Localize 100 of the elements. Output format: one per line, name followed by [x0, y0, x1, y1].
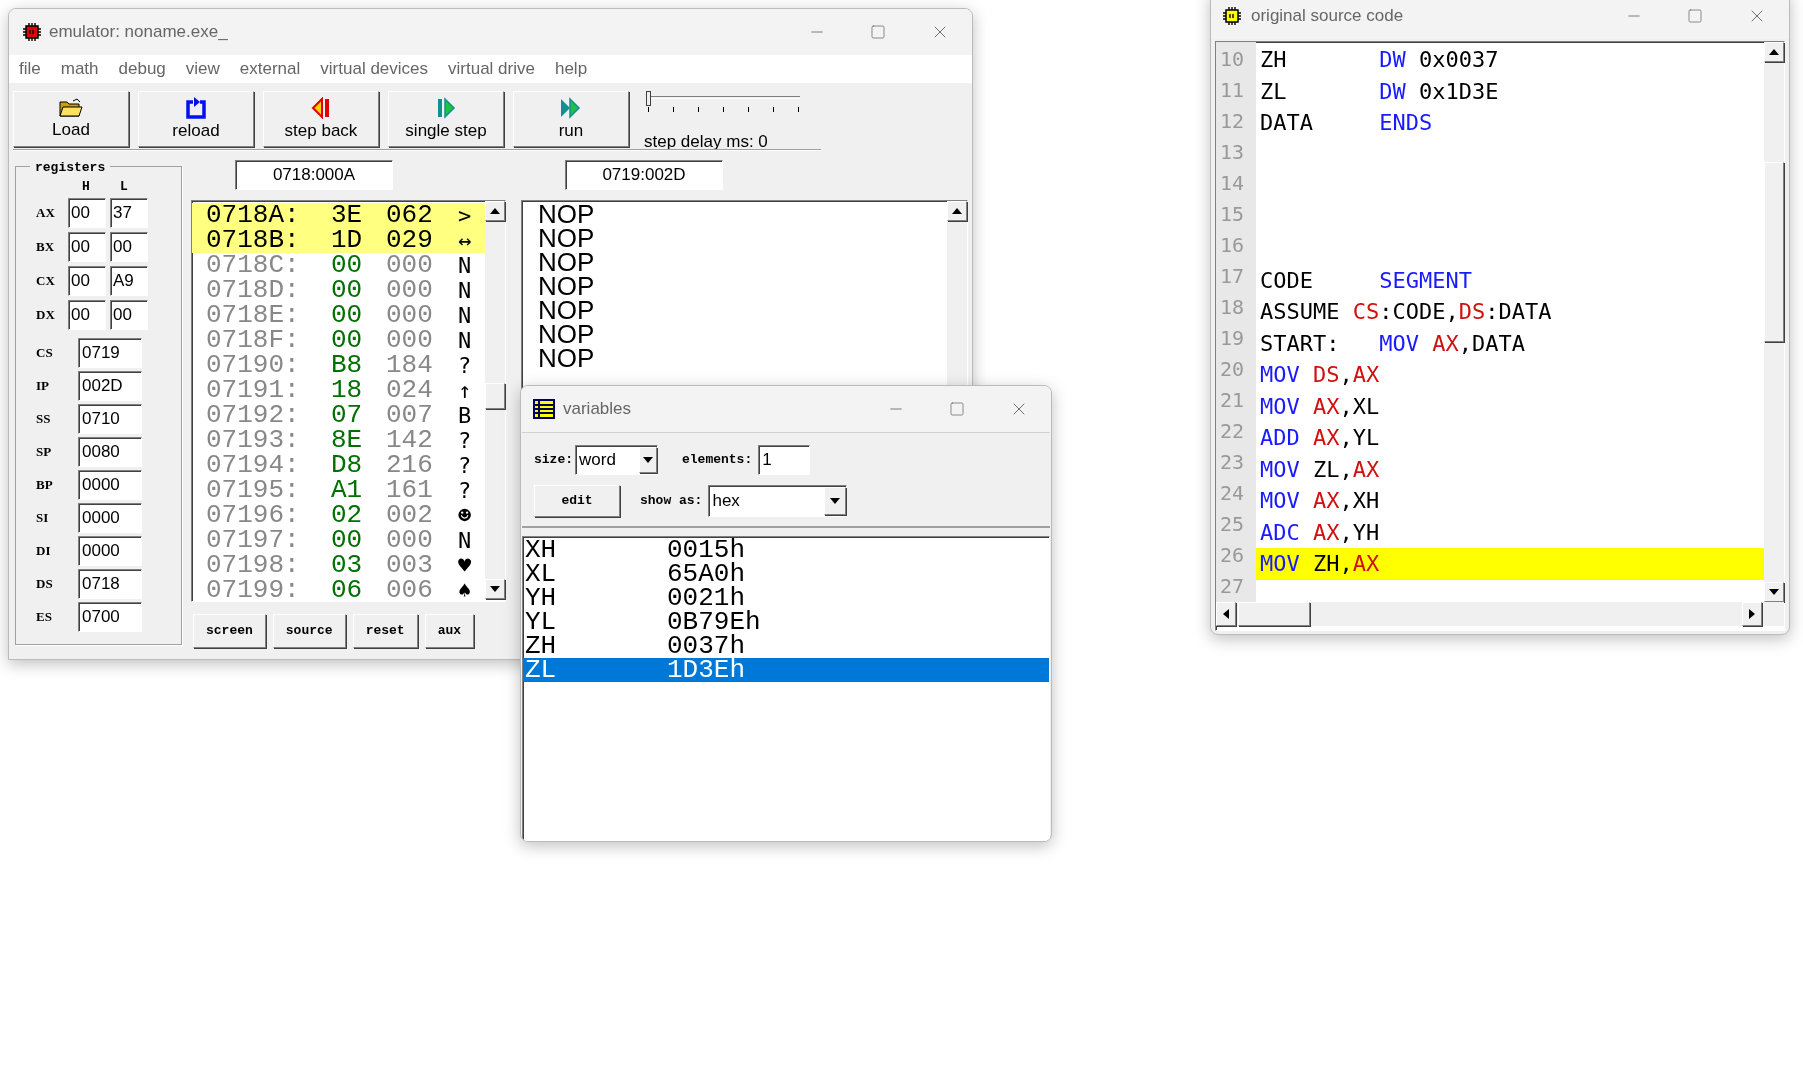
- variable-row[interactable]: YH 0021h: [523, 586, 1049, 610]
- maximize-icon[interactable]: [949, 401, 965, 417]
- scroll-up-icon[interactable]: [952, 208, 962, 214]
- memory-row[interactable]: 07191: 18 024 ↑: [192, 378, 485, 403]
- register-field[interactable]: 0080: [78, 436, 142, 467]
- register-field[interactable]: 0000: [78, 535, 142, 566]
- line-number: 25: [1219, 511, 1246, 538]
- panel-button[interactable]: source: [272, 614, 346, 648]
- scrollbar-thumb[interactable]: [1764, 162, 1784, 342]
- toolbar-button[interactable]: Load: [13, 91, 129, 147]
- variable-row[interactable]: ZH 0037h: [523, 634, 1049, 658]
- toolbar-button[interactable]: step back: [263, 91, 379, 147]
- toolbar-button[interactable]: reload: [138, 91, 254, 147]
- scroll-up-icon[interactable]: [490, 208, 500, 214]
- variable-row[interactable]: YL 0B79Eh: [523, 610, 1049, 634]
- scrollbar[interactable]: [1764, 42, 1784, 602]
- register-field[interactable]: 00: [110, 231, 148, 262]
- memory-row[interactable]: 07196: 02 002 ☻: [192, 503, 485, 528]
- memory-row[interactable]: 0718F: 00 000 N: [192, 328, 485, 353]
- memory-decimal: 184: [386, 353, 434, 378]
- menu-item[interactable]: file: [19, 56, 41, 82]
- menu-item[interactable]: virtual devices: [320, 56, 429, 82]
- menu-item[interactable]: help: [554, 56, 588, 82]
- instruction-line[interactable]: NOP: [538, 346, 595, 370]
- register-field[interactable]: 37: [110, 197, 148, 228]
- memory-address: 07192:: [206, 403, 301, 428]
- line-number: 12: [1219, 108, 1246, 135]
- scroll-down-icon[interactable]: [1769, 589, 1779, 595]
- register-field[interactable]: 00: [68, 197, 106, 228]
- panel-button[interactable]: reset: [352, 614, 418, 648]
- show-as-select[interactable]: hex: [708, 485, 848, 517]
- scrollbar-thumb[interactable]: [1238, 602, 1310, 626]
- maximize-icon[interactable]: [1687, 8, 1703, 24]
- instruction-line[interactable]: NOP: [538, 250, 595, 274]
- register-field[interactable]: 0718: [78, 568, 142, 599]
- size-select[interactable]: word: [575, 445, 658, 475]
- instruction-line[interactable]: NOP: [538, 226, 595, 250]
- menu-item[interactable]: virtual drive: [448, 56, 535, 82]
- memory-row[interactable]: 07190: B8 184 ?: [192, 353, 485, 378]
- address-field[interactable]: 0719:002D: [565, 160, 723, 190]
- memory-hex: 00: [331, 528, 364, 553]
- toolbar-button[interactable]: run: [513, 91, 629, 147]
- horizontal-scrollbar[interactable]: [1216, 602, 1784, 626]
- panel-button[interactable]: screen: [193, 614, 266, 648]
- scroll-up-icon[interactable]: [1769, 49, 1779, 55]
- instruction-line[interactable]: NOP: [538, 298, 595, 322]
- memory-decimal: 000: [386, 253, 434, 278]
- register-field[interactable]: 0000: [78, 469, 142, 500]
- memory-row[interactable]: 0718A: 3E 062 >: [192, 203, 485, 228]
- memory-char: ↔: [458, 228, 473, 253]
- variable-row[interactable]: ZL 1D3Eh: [523, 658, 1049, 682]
- memory-row[interactable]: 07194: D8 216 ?: [192, 453, 485, 478]
- edit-button[interactable]: edit: [534, 485, 620, 517]
- memory-row[interactable]: 07199: 06 006 ♠: [192, 578, 485, 601]
- instruction-line[interactable]: NOP: [538, 322, 595, 346]
- menu-item[interactable]: math: [60, 56, 99, 82]
- slider-thumb[interactable]: [646, 91, 651, 106]
- maximize-icon[interactable]: [870, 24, 886, 40]
- register-label: AX: [35, 203, 56, 222]
- menu-item[interactable]: external: [239, 56, 301, 82]
- register-label: CS: [35, 343, 54, 362]
- memory-row[interactable]: 0718B: 1D 029 ↔: [192, 228, 485, 253]
- memory-row[interactable]: 07198: 03 003 ♥: [192, 553, 485, 578]
- memory-row[interactable]: 07197: 00 000 N: [192, 528, 485, 553]
- memory-row[interactable]: 0718E: 00 000 N: [192, 303, 485, 328]
- memory-hex: A1: [331, 478, 364, 503]
- register-field[interactable]: 002D: [78, 370, 142, 401]
- register-field[interactable]: 0710: [78, 403, 142, 434]
- register-field[interactable]: A9: [110, 265, 148, 296]
- register-field[interactable]: 00: [68, 299, 106, 330]
- menu-item[interactable]: view: [185, 56, 220, 82]
- instruction-line[interactable]: NOP: [538, 274, 595, 298]
- memory-decimal: 000: [386, 328, 434, 353]
- register-field[interactable]: 00: [110, 299, 148, 330]
- panel-button[interactable]: aux: [424, 614, 475, 648]
- scroll-right-icon[interactable]: [1749, 609, 1755, 619]
- elements-field[interactable]: 1: [758, 445, 811, 475]
- scroll-down-icon[interactable]: [490, 586, 500, 592]
- memory-row[interactable]: 0718D: 00 000 N: [192, 278, 485, 303]
- toolbar-button[interactable]: single step: [388, 91, 504, 147]
- register-field[interactable]: 00: [68, 231, 106, 262]
- register-field[interactable]: 0000: [78, 502, 142, 533]
- register-field[interactable]: 0700: [78, 601, 142, 632]
- column-label: L: [119, 178, 129, 196]
- memory-row[interactable]: 0718C: 00 000 N: [192, 253, 485, 278]
- address-field[interactable]: 0718:000A: [235, 160, 393, 190]
- variable-row[interactable]: XL 65A0h: [523, 562, 1049, 586]
- memory-row[interactable]: 07195: A1 161 ?: [192, 478, 485, 503]
- register-field[interactable]: 00: [68, 265, 106, 296]
- scroll-left-icon[interactable]: [1223, 609, 1229, 619]
- memory-row[interactable]: 07192: 07 007 B: [192, 403, 485, 428]
- register-field[interactable]: 0719: [78, 337, 142, 368]
- instruction-line[interactable]: NOP: [538, 202, 595, 226]
- memory-row[interactable]: 07193: 8E 142 ?: [192, 428, 485, 453]
- variable-row[interactable]: XH 0015h: [523, 538, 1049, 562]
- scrollbar[interactable]: [485, 201, 505, 599]
- menu-item[interactable]: debug: [118, 56, 166, 82]
- memory-char: ↑: [458, 378, 473, 403]
- scrollbar-thumb[interactable]: [485, 383, 505, 409]
- memory-hex: 3E: [331, 203, 364, 228]
